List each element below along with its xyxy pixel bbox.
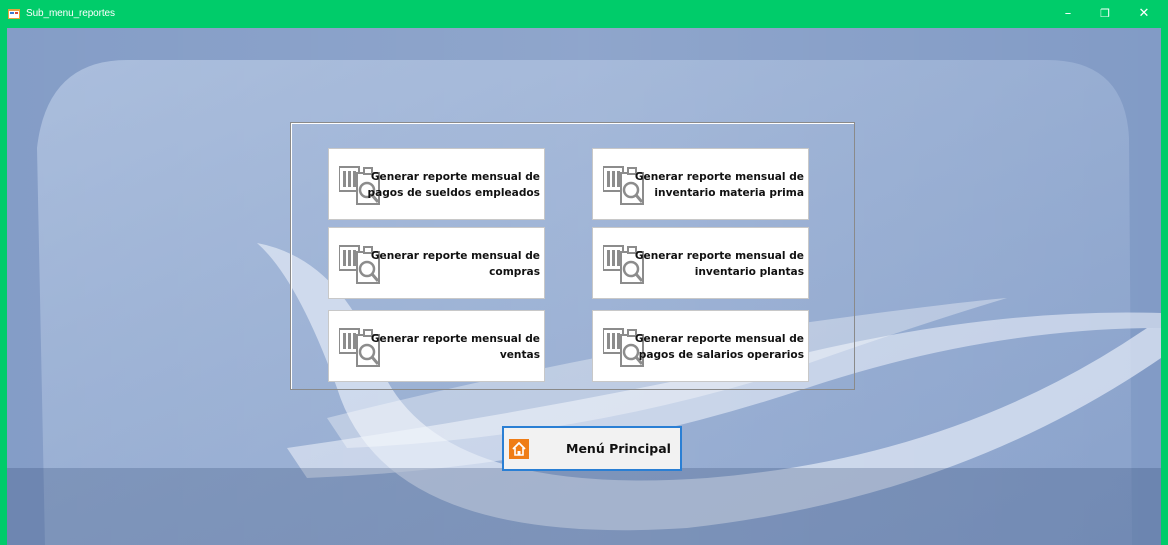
home-icon	[509, 439, 529, 459]
form-client-area: Generar reporte mensual de pagos de sueld…	[7, 28, 1161, 545]
main-menu-label: Menú Principal	[566, 441, 671, 456]
app-window: Sub_menu_reportes – ❐ ✕ Generar reporte …	[0, 0, 1168, 545]
window-title: Sub_menu_reportes	[26, 8, 115, 19]
report-sueldos-empleados-button[interactable]: Generar reporte mensual de pagos de sueld…	[328, 148, 545, 220]
close-button[interactable]: ✕	[1124, 0, 1164, 28]
report-compras-button[interactable]: Generar reporte mensual de compras	[328, 227, 545, 299]
report-label: Generar reporte mensual de compras	[370, 250, 540, 278]
report-label: Generar reporte mensual de pagos de salar…	[634, 333, 804, 361]
report-inventario-plantas-button[interactable]: Generar reporte mensual de inventario pla…	[592, 227, 809, 299]
report-ventas-button[interactable]: Generar reporte mensual de ventas	[328, 310, 545, 382]
title-bar[interactable]: Sub_menu_reportes – ❐ ✕	[0, 0, 1168, 28]
report-label: Generar reporte mensual de inventario mat…	[634, 171, 804, 199]
minimize-button[interactable]: –	[1048, 0, 1088, 28]
app-form-icon	[8, 9, 20, 19]
report-inventario-materia-prima-button[interactable]: Generar reporte mensual de inventario mat…	[592, 148, 809, 220]
maximize-button[interactable]: ❐	[1085, 0, 1125, 28]
report-salarios-operarios-button[interactable]: Generar reporte mensual de pagos de salar…	[592, 310, 809, 382]
reports-groupbox: Generar reporte mensual de pagos de sueld…	[290, 122, 855, 390]
report-label: Generar reporte mensual de inventario pla…	[634, 250, 804, 278]
report-label: Generar reporte mensual de pagos de sueld…	[367, 171, 540, 199]
report-label: Generar reporte mensual de ventas	[370, 333, 540, 361]
main-menu-button[interactable]: Menú Principal	[502, 426, 682, 471]
